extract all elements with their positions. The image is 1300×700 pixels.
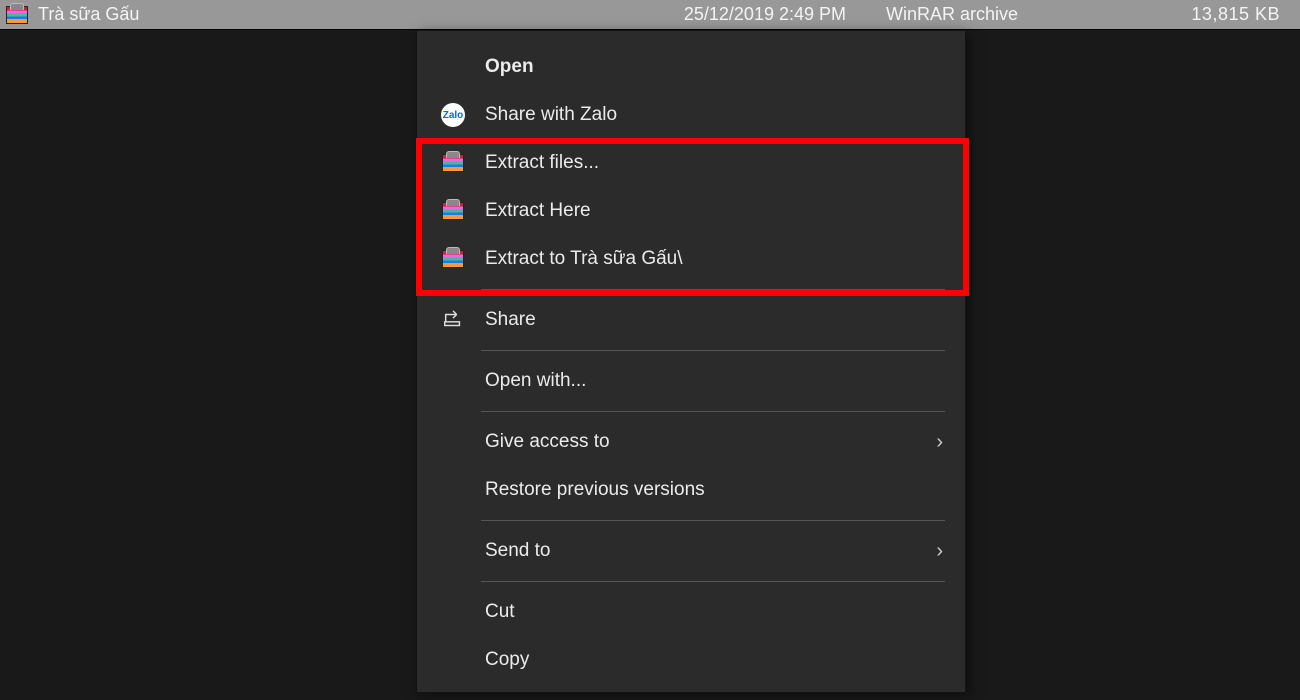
menu-separator — [481, 350, 945, 351]
winrar-extract-icon — [439, 248, 467, 270]
menu-separator — [481, 520, 945, 521]
winrar-extract-icon — [439, 200, 467, 222]
menu-item-label: Share — [485, 309, 943, 331]
winrar-extract-icon — [439, 152, 467, 174]
menu-item-label: Open with... — [485, 370, 943, 392]
menu-item-label: Extract Here — [485, 200, 943, 222]
menu-separator — [481, 581, 945, 582]
file-type: WinRAR archive — [856, 4, 1056, 25]
chevron-right-icon: › — [936, 540, 943, 563]
menu-item-share[interactable]: Share — [421, 296, 961, 344]
menu-item-restore-previous-versions[interactable]: Restore previous versions — [421, 466, 961, 514]
share-icon — [439, 309, 467, 331]
menu-item-label: Extract to Trà sữa Gấu\ — [485, 248, 943, 270]
menu-item-label: Cut — [485, 601, 943, 623]
zalo-icon: Zalo — [439, 103, 467, 127]
menu-separator — [481, 411, 945, 412]
menu-item-extract-files[interactable]: Extract files... — [421, 139, 961, 187]
file-name: Trà sữa Gấu — [38, 4, 139, 25]
file-date-modified: 25/12/2019 2:49 PM — [576, 4, 846, 25]
menu-item-share-zalo[interactable]: Zalo Share with Zalo — [421, 91, 961, 139]
menu-item-label: Copy — [485, 649, 943, 671]
chevron-right-icon: › — [936, 431, 943, 454]
menu-item-label: Extract files... — [485, 152, 943, 174]
file-row[interactable]: Trà sữa Gấu 25/12/2019 2:49 PM WinRAR ar… — [0, 0, 1300, 30]
winrar-archive-icon — [6, 4, 28, 26]
menu-item-send-to[interactable]: Send to › — [421, 527, 961, 575]
menu-item-open[interactable]: Open — [421, 43, 961, 91]
menu-item-extract-here[interactable]: Extract Here — [421, 187, 961, 235]
menu-item-label: Restore previous versions — [485, 479, 943, 501]
menu-item-cut[interactable]: Cut — [421, 588, 961, 636]
menu-item-extract-to[interactable]: Extract to Trà sữa Gấu\ — [421, 235, 961, 283]
menu-item-open-with[interactable]: Open with... — [421, 357, 961, 405]
menu-item-label: Open — [485, 56, 943, 78]
menu-item-give-access-to[interactable]: Give access to › — [421, 418, 961, 466]
menu-separator — [481, 289, 945, 290]
file-size: 13,815 KB — [1066, 4, 1294, 25]
menu-item-label: Send to — [485, 540, 918, 562]
menu-item-label: Give access to — [485, 431, 918, 453]
menu-item-copy[interactable]: Copy — [421, 636, 961, 684]
context-menu: Open Zalo Share with Zalo Extract files.… — [416, 30, 966, 693]
menu-item-label: Share with Zalo — [485, 104, 943, 126]
